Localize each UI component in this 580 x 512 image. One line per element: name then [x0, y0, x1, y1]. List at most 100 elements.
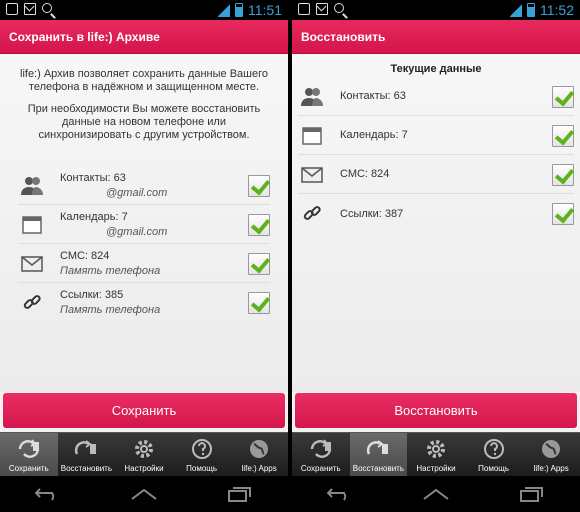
tab-save[interactable]: Сохранить: [0, 433, 58, 476]
item-label: Ссылки: 387: [340, 207, 404, 220]
gear-icon: [424, 437, 448, 461]
item-storage: Память телефона: [60, 264, 161, 277]
restore-screen: 11:52 Восстановить Текущие данные Контак…: [292, 0, 580, 512]
tab-apps[interactable]: life:) Apps: [522, 433, 580, 476]
tab-settings[interactable]: Настройки: [407, 433, 465, 476]
list-item-contacts[interactable]: Контакты: 63: [298, 78, 574, 116]
back-icon[interactable]: [323, 483, 357, 505]
mail-icon: [316, 3, 328, 15]
sync-icon: [17, 437, 41, 461]
recent-apps-icon[interactable]: [515, 483, 549, 505]
link-icon: [298, 201, 326, 227]
link-icon: [18, 290, 46, 316]
gallery-icon: [298, 3, 310, 15]
status-bar: 11:52: [292, 0, 580, 20]
item-label: Календарь: 7: [60, 210, 128, 223]
tab-label: life:) Apps: [241, 464, 277, 473]
calendar-checkbox[interactable]: [248, 213, 270, 236]
restore-icon: [74, 437, 98, 461]
list-item-calendar[interactable]: Календарь: 7 @gmail.com: [18, 206, 270, 244]
item-storage: Память телефона: [60, 304, 161, 316]
status-time: 11:51: [248, 2, 282, 18]
item-label: СМС: 824: [60, 249, 110, 262]
back-icon[interactable]: [31, 483, 65, 505]
item-account: @gmail.com: [106, 225, 168, 238]
page-title: Восстановить: [292, 20, 580, 54]
home-icon[interactable]: [127, 483, 161, 505]
globe-icon: [247, 437, 271, 461]
list-item-sms[interactable]: СМС: 824 Память телефона: [18, 245, 270, 283]
list-item-links[interactable]: Ссылки: 385 Память телефона: [18, 284, 270, 322]
gallery-icon: [6, 3, 18, 15]
save-content: life:) Архив позволяет сохранить данные …: [0, 54, 288, 392]
tab-label: Восстановить: [60, 464, 112, 473]
contacts-checkbox[interactable]: [552, 85, 574, 108]
restore-icon: [366, 437, 390, 461]
mail-icon: [18, 251, 46, 277]
links-checkbox[interactable]: [552, 203, 574, 225]
signal-icon: [510, 3, 522, 17]
mail-icon: [298, 162, 326, 188]
intro-paragraph-2: При необходимости Вы можете восстановить…: [27, 103, 261, 141]
contacts-checkbox[interactable]: [248, 174, 270, 197]
list-item-contacts[interactable]: Контакты: 63 @gmail.com: [18, 167, 270, 205]
tab-label: Помощь: [478, 464, 510, 473]
signal-icon: [218, 3, 230, 17]
section-heading: Текущие данные: [390, 63, 482, 75]
gear-icon: [132, 437, 156, 461]
item-label: Ссылки: 385: [60, 289, 124, 301]
tab-save[interactable]: Сохранить: [292, 433, 350, 476]
save-screen: 11:51 Сохранить в life:) Архиве life:) А…: [0, 0, 288, 512]
item-label: Контакты: 63: [340, 90, 406, 102]
save-button[interactable]: Сохранить: [3, 393, 285, 428]
search-icon: [334, 3, 344, 13]
tab-apps[interactable]: life:) Apps: [230, 433, 288, 476]
tab-label: Сохранить: [300, 464, 341, 473]
tab-label: Настройки: [416, 464, 456, 473]
tab-restore[interactable]: Восстановить: [58, 433, 116, 476]
home-icon[interactable]: [419, 483, 453, 505]
battery-icon: [235, 3, 243, 17]
tab-help[interactable]: Помощь: [173, 433, 231, 476]
intro-paragraph-1: life:) Архив позволяет сохранить данные …: [20, 68, 268, 93]
tab-help[interactable]: Помощь: [465, 433, 523, 476]
list-item-calendar[interactable]: Календарь: 7: [298, 117, 574, 155]
tab-label: life:) Apps: [533, 464, 569, 473]
restore-content: Текущие данные Контакты: 63 Календарь: 7…: [292, 54, 580, 392]
system-navbar: [0, 476, 288, 512]
list-item-links[interactable]: Ссылки: 387: [298, 195, 574, 233]
search-icon: [42, 3, 52, 13]
sms-checkbox[interactable]: [552, 163, 574, 186]
status-time: 11:52: [540, 2, 574, 18]
mail-icon: [24, 3, 36, 15]
intro-text: life:) Архив позволяет сохранить данные …: [0, 54, 288, 142]
item-label: Календарь: 7: [340, 129, 408, 141]
tab-label: Сохранить: [8, 464, 49, 473]
sms-checkbox[interactable]: [248, 252, 270, 275]
tab-label: Восстановить: [352, 464, 404, 473]
bottom-tabbar: Сохранить Восстановить Настройки Помощь …: [292, 432, 580, 476]
item-label: СМС: 824: [340, 168, 390, 180]
list-item-sms[interactable]: СМС: 824: [298, 156, 574, 194]
tab-restore[interactable]: Восстановить: [349, 433, 408, 476]
tab-label: Помощь: [186, 464, 218, 473]
page-title: Сохранить в life:) Архиве: [0, 20, 288, 54]
system-navbar: [292, 476, 580, 512]
contacts-icon: [18, 173, 46, 199]
battery-icon: [527, 3, 535, 17]
recent-apps-icon[interactable]: [223, 483, 257, 505]
status-bar: 11:51: [0, 0, 288, 20]
tab-settings[interactable]: Настройки: [115, 433, 173, 476]
sync-icon: [309, 437, 333, 461]
globe-icon: [539, 437, 563, 461]
item-label: Контакты: 63: [60, 171, 126, 184]
links-checkbox[interactable]: [248, 292, 270, 314]
item-account: @gmail.com: [106, 186, 168, 199]
calendar-icon: [18, 212, 46, 238]
calendar-checkbox[interactable]: [552, 124, 574, 147]
contacts-icon: [298, 84, 326, 110]
tab-label: Настройки: [124, 464, 164, 473]
restore-button[interactable]: Восстановить: [295, 393, 577, 428]
calendar-icon: [298, 123, 326, 149]
help-icon: [190, 437, 214, 461]
